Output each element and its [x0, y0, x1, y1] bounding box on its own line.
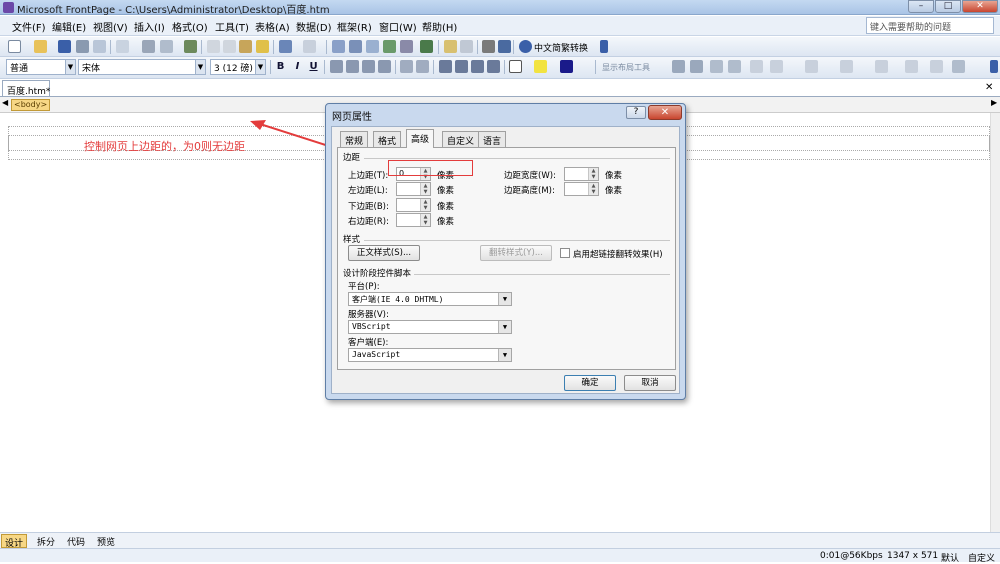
tab-split[interactable]: 拆分 — [34, 534, 58, 548]
spin-arrows-icon[interactable]: ▲ ▼ — [420, 199, 430, 211]
pixels-unit: 像素 — [437, 186, 455, 196]
custom-mode[interactable]: 自定义 — [968, 551, 995, 564]
chevron-down-icon: ▼ — [498, 293, 511, 305]
cancel-button[interactable]: 取消 — [624, 375, 676, 391]
left-margin-input[interactable]: ▲ ▼ — [396, 182, 431, 196]
platform-value: 客户端(IE 4.0 DHTML) — [352, 295, 444, 304]
pixels-unit: 像素 — [437, 217, 455, 227]
styles-group-label: 样式 — [343, 235, 361, 245]
right-margin-input[interactable]: ▲ ▼ — [396, 213, 431, 227]
tab-code[interactable]: 代码 — [64, 534, 88, 548]
default-mode[interactable]: 默认 — [941, 551, 959, 564]
group-divider — [364, 158, 670, 159]
client-select[interactable]: JavaScript ▼ — [348, 348, 512, 362]
tab-design[interactable]: 设计 — [1, 534, 28, 549]
download-speed: 0:01@56Kbps — [820, 551, 883, 561]
advanced-tab-panel: 边距 上边距(T): 0 ▲ ▼ 像素 左边距(L): ▲ ▼ 像素 下边距(B): … — [337, 147, 676, 370]
page-properties-dialog: 网页属性 ? ✕ 常规 格式 高级 自定义 语言 边距 上边距(T): 0 ▲ ▼ … — [325, 103, 686, 400]
tab-advanced[interactable]: 高级 — [406, 129, 435, 148]
spin-arrows-icon[interactable]: ▲ ▼ — [588, 168, 598, 180]
pixels-unit: 像素 — [605, 171, 623, 181]
server-label: 服务器(V): — [348, 310, 389, 320]
view-tabs-bar: 设计 拆分 代码 预览 — [0, 532, 1000, 549]
bottom-margin-input[interactable]: ▲ ▼ — [396, 198, 431, 212]
bottom-margin-label: 下边距(B): — [348, 202, 389, 212]
tab-general[interactable]: 常规 — [340, 131, 369, 147]
group-divider — [414, 274, 670, 275]
spin-arrows-icon[interactable]: ▲ ▼ — [420, 183, 430, 195]
rollover-style-button[interactable]: 翻转样式(Y)... — [480, 245, 552, 261]
rollover-effect-checkbox[interactable] — [560, 248, 570, 258]
margin-height-label: 边距高度(M): — [504, 186, 555, 196]
margins-group-label: 边距 — [343, 153, 361, 163]
pixels-unit: 像素 — [437, 202, 455, 212]
platform-select[interactable]: 客户端(IE 4.0 DHTML) ▼ — [348, 292, 512, 306]
right-margin-label: 右边距(R): — [348, 217, 389, 227]
spin-arrows-icon[interactable]: ▲ ▼ — [420, 214, 430, 226]
top-margin-label: 上边距(T): — [348, 171, 389, 181]
margin-width-input[interactable]: ▲ ▼ — [564, 167, 599, 181]
dialog-title: 网页属性 — [332, 112, 372, 123]
tab-preview[interactable]: 预览 — [94, 534, 118, 548]
client-label: 客户端(E): — [348, 338, 389, 348]
rollover-effect-label: 启用超链接翻转效果(H) — [573, 250, 663, 260]
margin-height-input[interactable]: ▲ ▼ — [564, 182, 599, 196]
dialog-close-button[interactable]: ✕ — [648, 105, 682, 120]
scripting-group-label: 设计阶段控件脚本 — [343, 269, 412, 279]
ok-button[interactable]: 确定 — [564, 375, 616, 391]
server-value: VBScript — [352, 322, 391, 331]
status-bar: 0:01@56Kbps 1347 x 571 默认 自定义 — [0, 548, 1000, 564]
tab-language[interactable]: 语言 — [478, 131, 507, 147]
tab-custom[interactable]: 自定义 — [442, 131, 480, 147]
chevron-down-icon: ▼ — [498, 349, 511, 361]
chevron-down-icon: ▼ — [498, 321, 511, 333]
server-select[interactable]: VBScript ▼ — [348, 320, 512, 334]
code-tab-label: 代码 — [67, 538, 86, 548]
left-margin-label: 左边距(L): — [348, 186, 388, 196]
preview-tab-label: 预览 — [97, 538, 116, 548]
dialog-client-area: 常规 格式 高级 自定义 语言 边距 上边距(T): 0 ▲ ▼ 像素 左边距(L)… — [331, 126, 680, 394]
page-dimensions[interactable]: 1347 x 571 — [887, 551, 938, 561]
split-tab-label: 拆分 — [37, 538, 56, 548]
client-value: JavaScript — [352, 350, 401, 359]
body-style-button[interactable]: 正文样式(S)... — [348, 245, 420, 261]
platform-label: 平台(P): — [348, 282, 380, 292]
dialog-help-button[interactable]: ? — [626, 106, 646, 119]
top-margin-highlight-box — [388, 160, 473, 176]
margin-width-label: 边距宽度(W): — [504, 171, 556, 181]
tab-formatting[interactable]: 格式 — [373, 131, 402, 147]
pixels-unit: 像素 — [605, 186, 623, 196]
spin-arrows-icon[interactable]: ▲ ▼ — [588, 183, 598, 195]
group-divider — [364, 240, 670, 241]
